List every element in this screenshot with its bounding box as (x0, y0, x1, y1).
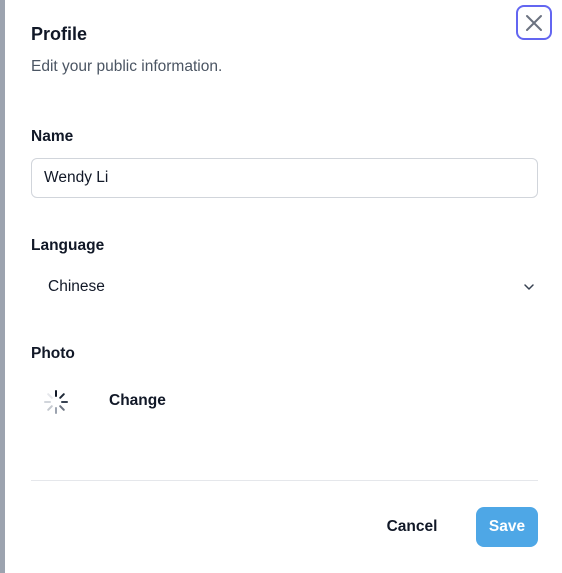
close-icon (526, 14, 542, 31)
close-button[interactable] (516, 5, 552, 40)
spinner-icon (44, 390, 68, 414)
change-photo-button[interactable]: Change (109, 392, 166, 410)
language-select[interactable]: Chinese (31, 268, 538, 306)
cancel-button[interactable]: Cancel (373, 508, 451, 546)
photo-label: Photo (31, 345, 75, 362)
dialog-subtitle: Edit your public information. (31, 58, 223, 75)
footer-divider (31, 480, 538, 481)
name-input[interactable] (31, 158, 538, 198)
language-selected-value: Chinese (48, 278, 105, 295)
chevron-down-icon (524, 284, 534, 290)
language-label: Language (31, 237, 105, 254)
dialog-title: Profile (31, 24, 88, 44)
name-label: Name (31, 128, 74, 145)
save-button[interactable]: Save (476, 507, 538, 547)
profile-dialog: Profile Edit your public information. Na… (5, 0, 562, 573)
